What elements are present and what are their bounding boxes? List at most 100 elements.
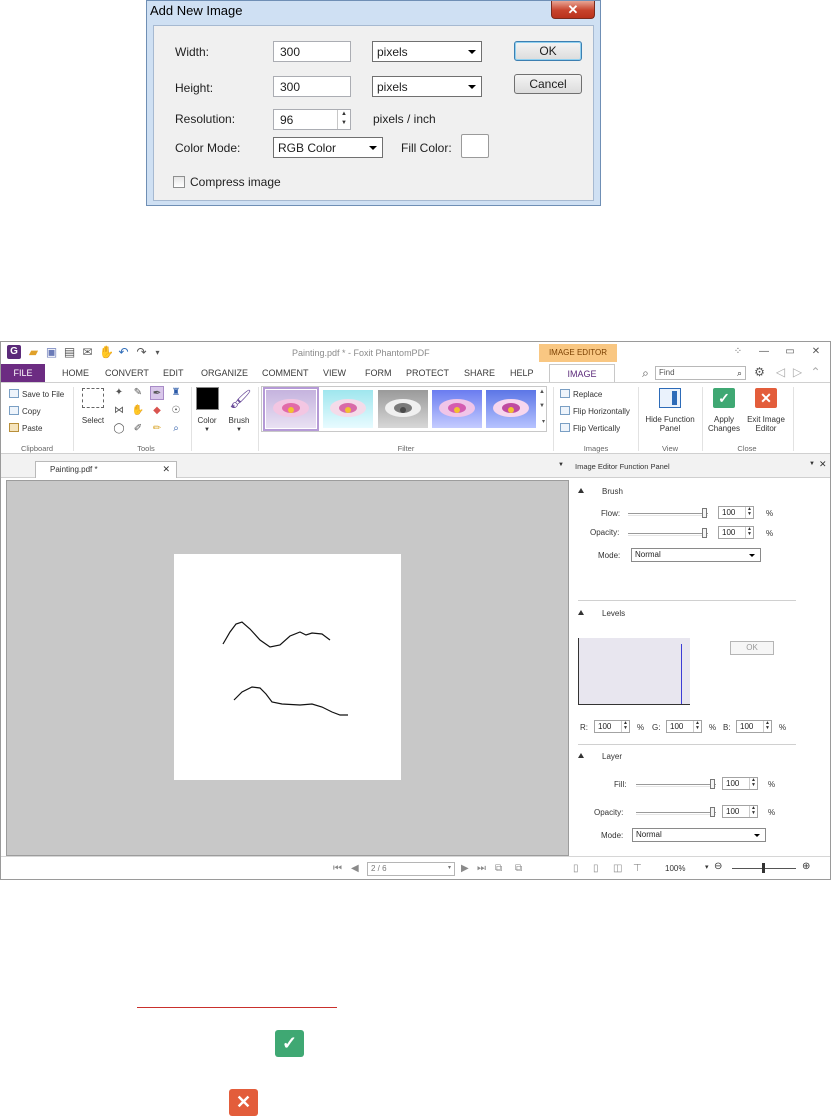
copy-button[interactable]: Copy <box>9 406 41 416</box>
freeform-select-icon[interactable]: ◯ <box>112 422 126 436</box>
find-input[interactable]: Find ⌕ <box>655 366 746 380</box>
layer-section-header[interactable]: Layer <box>578 752 622 761</box>
zoom-menu-icon[interactable]: ▾ <box>705 863 709 871</box>
tab-convert[interactable]: CONVERT <box>105 364 149 382</box>
zoom-icon[interactable]: ⌕ <box>169 422 183 436</box>
stamp-icon[interactable]: ♜ <box>169 386 183 400</box>
close-tab-icon[interactable]: ✕ <box>162 464 170 475</box>
brush-icon[interactable]: 🖌 <box>229 388 252 410</box>
select-label[interactable]: Select <box>79 416 107 425</box>
resolution-spinner[interactable]: ▲ ▼ <box>337 110 350 129</box>
chevron-down-icon[interactable]: ▾ <box>448 864 451 871</box>
brush-opacity-slider[interactable] <box>628 533 708 536</box>
levels-g-input[interactable]: 100 ▲ ▼ <box>666 720 702 733</box>
height-unit-select[interactable]: pixels <box>372 76 482 97</box>
eraser-icon[interactable]: ◆ <box>150 404 164 418</box>
settings-gear-icon[interactable]: ⚙ <box>753 366 766 379</box>
panel-menu-icon[interactable]: ▼ <box>558 462 564 468</box>
open-folder-icon[interactable]: ▰ <box>27 346 40 359</box>
document-tab[interactable]: Painting.pdf * ✕ <box>35 461 177 478</box>
collapse-ribbon-icon[interactable]: ⌃ <box>809 366 822 379</box>
page-number-input[interactable]: 2 / 6 ▾ <box>367 862 455 876</box>
levels-histogram[interactable] <box>578 638 690 705</box>
exit-image-editor-button[interactable]: Exit Image Editor <box>743 415 789 433</box>
filter-thumb-blue[interactable] <box>432 390 482 428</box>
spinner-icon[interactable]: ▲ ▼ <box>621 721 629 732</box>
ok-button[interactable]: OK <box>514 41 582 61</box>
tab-view[interactable]: VIEW <box>323 364 346 382</box>
paste-button[interactable]: Paste <box>9 423 42 433</box>
brush-opacity-input[interactable]: 100 ▲ ▼ <box>718 526 754 539</box>
width-input[interactable]: 300 <box>273 41 351 62</box>
smudge-icon[interactable]: ☉ <box>169 404 183 418</box>
zoom-slider-thumb[interactable] <box>762 863 765 873</box>
compress-image-checkbox[interactable] <box>173 176 185 188</box>
filter-thumb-original[interactable] <box>263 387 319 431</box>
tell-me-icon[interactable]: ⌕ <box>639 367 652 380</box>
color-swatch-black[interactable] <box>196 387 219 410</box>
maximize-icon[interactable]: ▭ <box>781 346 799 357</box>
next-view-icon[interactable]: ⧉ <box>515 863 522 874</box>
fill-color-swatch[interactable] <box>461 134 489 158</box>
continuous-page-icon[interactable]: ▯ <box>593 863 599 874</box>
zoom-in-icon[interactable]: ⊕ <box>802 861 810 872</box>
layer-opacity-input[interactable]: 100 ▲ ▼ <box>722 805 758 818</box>
chevron-down-icon[interactable]: ▼ <box>225 426 253 435</box>
brush-section-header[interactable]: Brush <box>578 487 623 496</box>
lasso-icon[interactable]: ⋈ <box>112 404 126 418</box>
tab-home[interactable]: HOME <box>62 364 89 382</box>
eyedropper-icon[interactable]: ✎ <box>131 386 145 400</box>
tab-file[interactable]: FILE <box>1 364 45 382</box>
tab-help[interactable]: HELP <box>510 364 534 382</box>
tab-share[interactable]: SHARE <box>464 364 495 382</box>
search-icon[interactable]: ⌕ <box>737 367 742 379</box>
filter-thumb-cyan[interactable] <box>323 390 373 428</box>
layer-fill-slider-thumb[interactable] <box>710 779 715 789</box>
tab-edit[interactable]: EDIT <box>163 364 184 382</box>
nav-back-icon[interactable]: ◁ <box>774 366 787 379</box>
undo-icon[interactable]: ↶ <box>117 346 130 359</box>
pencil-icon[interactable]: ✏ <box>150 422 164 436</box>
hide-function-panel-icon[interactable] <box>659 388 681 408</box>
levels-b-input[interactable]: 100 ▲ ▼ <box>736 720 772 733</box>
apply-changes-button[interactable]: Apply Changes <box>702 415 746 433</box>
brush-mode-select[interactable]: Normal <box>631 548 761 562</box>
spin-down-icon[interactable]: ▼ <box>338 119 350 128</box>
hand-icon[interactable]: ✋ <box>131 404 145 418</box>
dialog-close-button[interactable]: ✕ <box>551 1 595 19</box>
layer-opacity-slider-thumb[interactable] <box>710 807 715 817</box>
levels-ok-button[interactable]: OK <box>730 641 774 655</box>
spinner-icon[interactable]: ▲ ▼ <box>749 778 757 789</box>
color-label[interactable]: Color <box>193 416 221 425</box>
brush-tool-icon[interactable]: ✒ <box>150 386 164 400</box>
cancel-button[interactable]: Cancel <box>514 74 582 94</box>
redo-icon[interactable]: ↷ <box>135 346 148 359</box>
brush-flow-input[interactable]: 100 ▲ ▼ <box>718 506 754 519</box>
tab-comment[interactable]: COMMENT <box>262 364 309 382</box>
first-page-icon[interactable]: ⏮ <box>333 863 342 874</box>
collapse-triangle-icon[interactable] <box>578 753 584 758</box>
height-input[interactable]: 300 <box>273 76 351 97</box>
last-page-icon[interactable]: ⏭ <box>477 863 486 874</box>
resolution-input[interactable]: 96 ▲ ▼ <box>273 109 351 130</box>
close-panel-icon[interactable]: ✕ <box>819 459 827 470</box>
save-to-file-button[interactable]: Save to File <box>9 389 64 399</box>
save-icon[interactable]: ▣ <box>45 346 58 359</box>
magic-wand-icon[interactable]: ✦ <box>112 386 126 400</box>
restore-ribbon-icon[interactable]: ⁘ <box>729 346 747 357</box>
zoom-out-icon[interactable]: ⊖ <box>714 861 722 872</box>
single-page-icon[interactable]: ▯ <box>573 863 579 874</box>
filter-thumb-blue-2[interactable] <box>486 390 536 428</box>
close-window-icon[interactable]: ✕ <box>807 346 825 357</box>
layer-fill-slider[interactable] <box>636 784 716 787</box>
levels-r-input[interactable]: 100 ▲ ▼ <box>594 720 630 733</box>
spin-up-icon[interactable]: ▲ <box>338 110 350 119</box>
spinner-icon[interactable]: ▲ ▼ <box>763 721 771 732</box>
previous-page-icon[interactable]: ◀ <box>351 863 359 874</box>
brush-opacity-slider-thumb[interactable] <box>702 528 707 538</box>
width-unit-select[interactable]: pixels <box>372 41 482 62</box>
spinner-icon[interactable]: ▲ ▼ <box>749 806 757 817</box>
tab-form[interactable]: FORM <box>365 364 392 382</box>
customize-qat-icon[interactable]: ▾ <box>151 346 164 359</box>
chevron-down-icon[interactable]: ▼ <box>193 426 221 435</box>
